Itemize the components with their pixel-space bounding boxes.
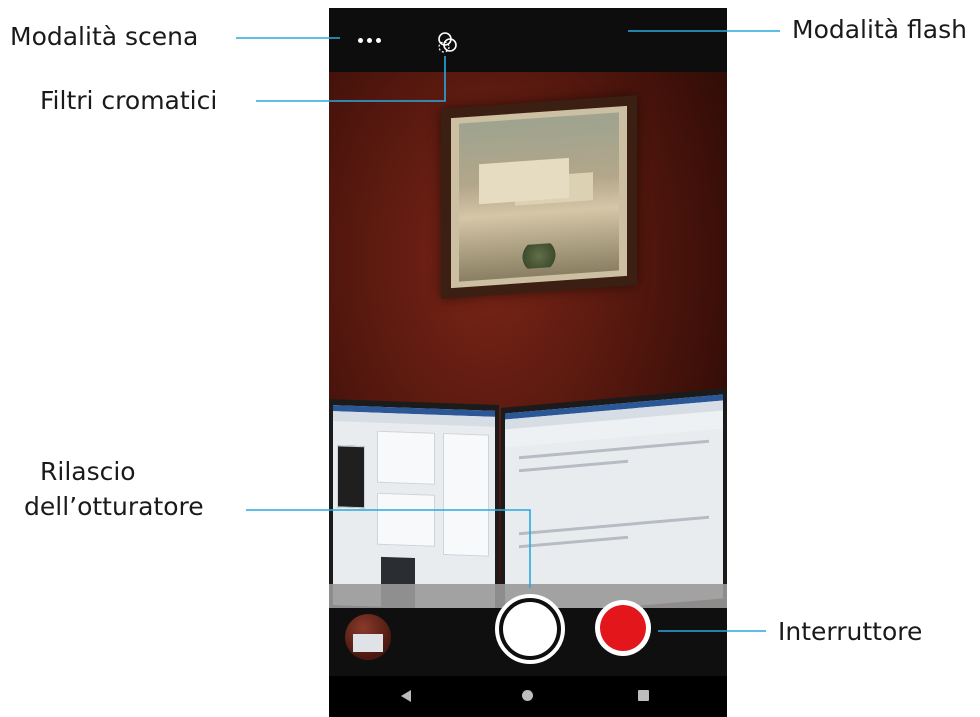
camera-viewfinder[interactable]: [329, 72, 727, 608]
viewfinder-monitor-left: [329, 399, 499, 608]
phone-screen: [329, 8, 727, 717]
video-switch-button[interactable]: [595, 600, 651, 656]
shutter-button[interactable]: [495, 594, 565, 664]
scene-mode-icon[interactable]: [351, 28, 387, 52]
camera-top-bar: [329, 8, 727, 72]
label-scene-mode: Modalità scena: [10, 22, 199, 51]
label-color-filters: Filtri cromatici: [40, 86, 218, 115]
android-nav-bar: [329, 676, 727, 717]
gallery-thumbnail[interactable]: [345, 614, 391, 660]
color-filter-icon[interactable]: [435, 30, 461, 56]
label-flash-mode: Modalità flash: [792, 15, 967, 44]
viewfinder-picture-frame: [441, 95, 637, 299]
viewfinder-monitor-right: [501, 388, 727, 608]
label-switch: Interruttore: [778, 617, 923, 646]
recents-icon[interactable]: [638, 690, 649, 701]
home-icon[interactable]: [522, 690, 533, 701]
label-shutter-release-line2: dell’otturatore: [24, 492, 204, 521]
camera-bottom-bar: [329, 594, 727, 676]
back-icon[interactable]: [401, 690, 411, 702]
label-shutter-release-line1: Rilascio: [40, 457, 136, 486]
